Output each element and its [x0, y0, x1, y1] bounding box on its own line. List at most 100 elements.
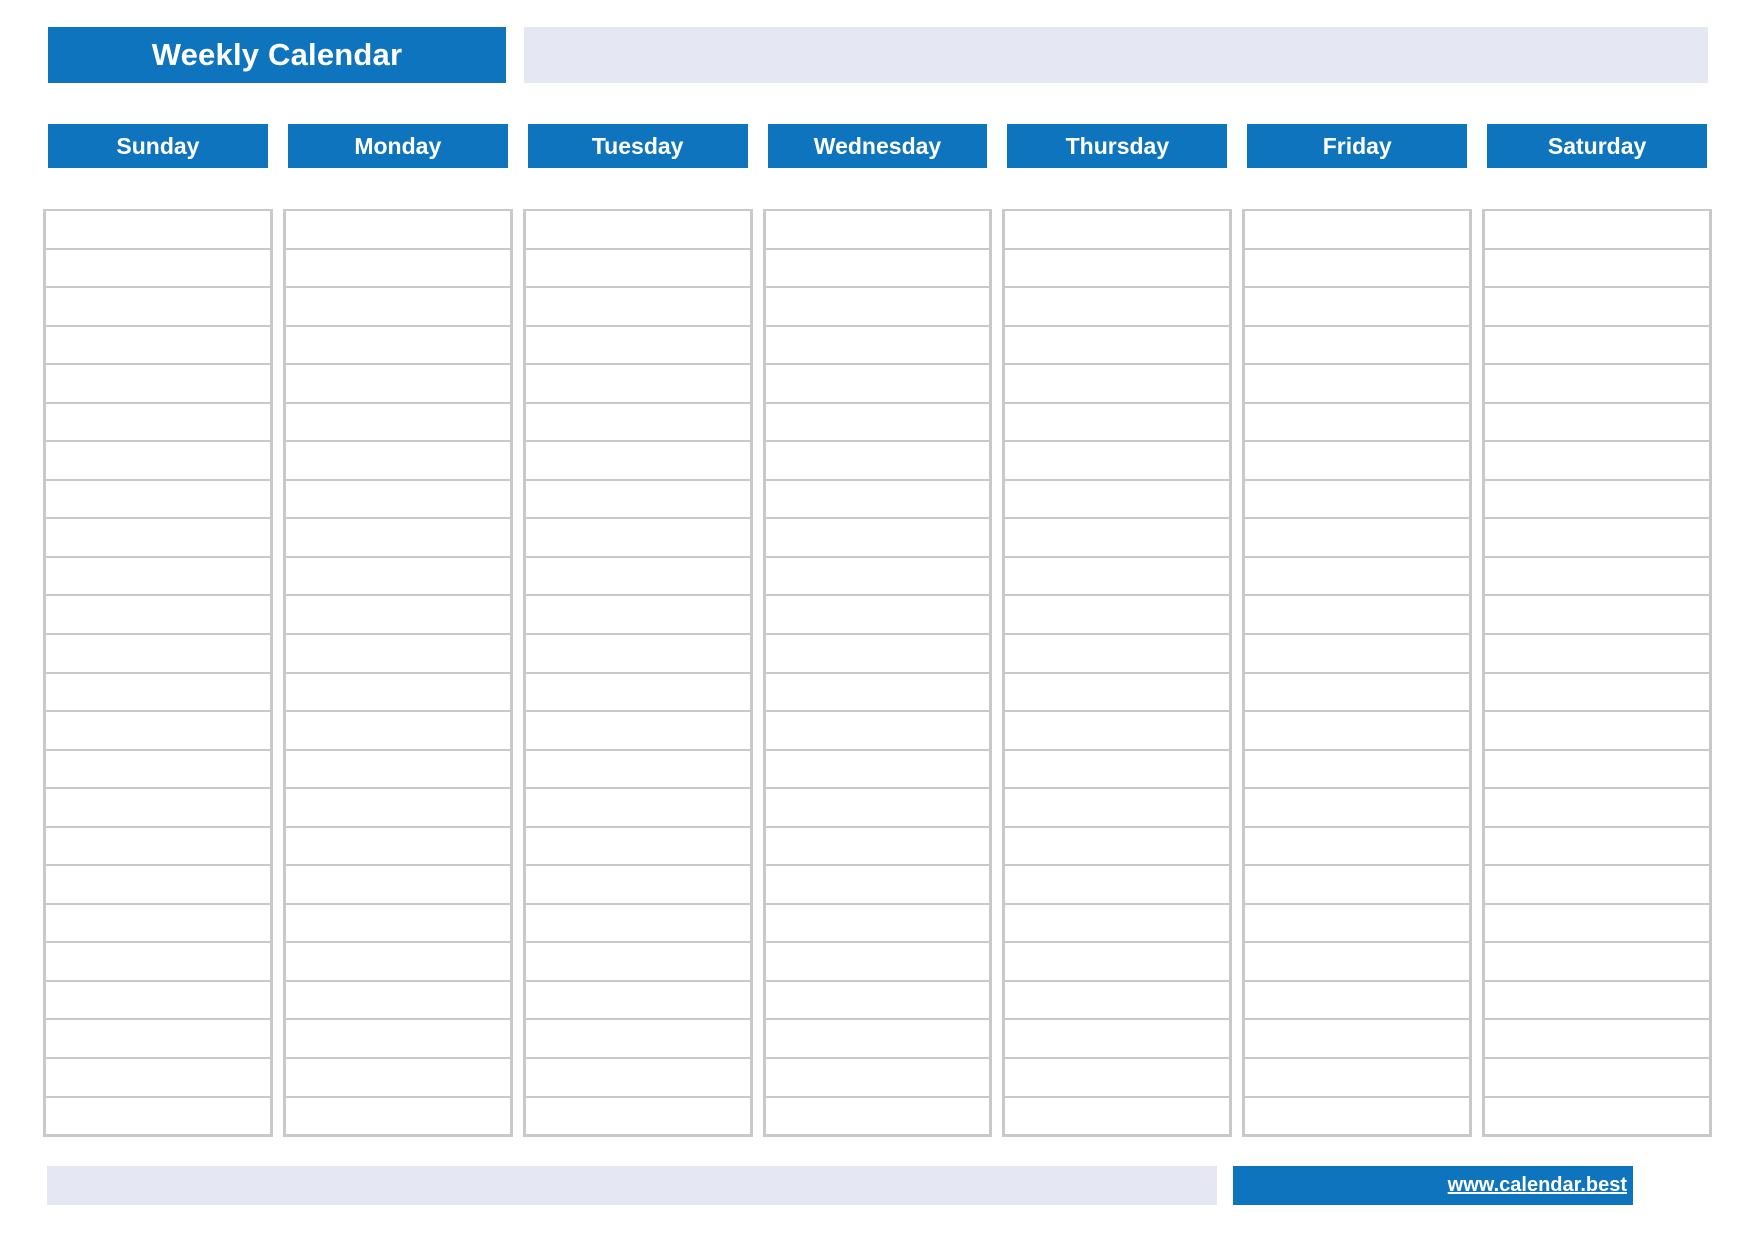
calendar-slot[interactable] [525, 751, 750, 790]
calendar-slot[interactable] [1485, 442, 1710, 481]
calendar-slot[interactable] [1485, 404, 1710, 443]
calendar-slot[interactable] [765, 982, 990, 1021]
calendar-slot[interactable] [1005, 211, 1230, 250]
calendar-slot[interactable] [1245, 943, 1470, 982]
calendar-slot[interactable] [765, 211, 990, 250]
calendar-slot[interactable] [1485, 635, 1710, 674]
calendar-slot[interactable] [285, 789, 510, 828]
calendar-slot[interactable] [1485, 905, 1710, 944]
calendar-slot[interactable] [286, 1098, 510, 1135]
calendar-slot[interactable] [765, 789, 990, 828]
calendar-slot[interactable] [46, 365, 270, 404]
calendar-slot[interactable] [46, 905, 270, 944]
calendar-slot[interactable] [285, 558, 510, 597]
calendar-slot[interactable] [1245, 905, 1470, 944]
calendar-slot[interactable] [1485, 712, 1710, 751]
calendar-slot[interactable] [525, 712, 750, 751]
calendar-slot[interactable] [285, 481, 510, 520]
calendar-slot[interactable] [525, 211, 750, 250]
calendar-slot[interactable] [525, 866, 750, 905]
calendar-slot[interactable] [765, 519, 990, 558]
calendar-slot[interactable] [1005, 866, 1230, 905]
calendar-slot[interactable] [1005, 481, 1230, 520]
calendar-slot[interactable] [1005, 635, 1230, 674]
calendar-slot[interactable] [285, 712, 510, 751]
calendar-slot[interactable] [1485, 558, 1710, 597]
calendar-slot[interactable] [1005, 1098, 1229, 1135]
calendar-slot[interactable] [285, 943, 510, 982]
calendar-slot[interactable] [1005, 250, 1230, 289]
calendar-slot[interactable] [46, 250, 270, 289]
calendar-slot[interactable] [46, 712, 270, 751]
calendar-slot[interactable] [46, 789, 270, 828]
calendar-slot[interactable] [46, 828, 270, 867]
calendar-slot[interactable] [765, 635, 990, 674]
calendar-slot[interactable] [285, 674, 510, 713]
calendar-slot[interactable] [1005, 365, 1230, 404]
calendar-slot[interactable] [1005, 789, 1230, 828]
calendar-slot[interactable] [1005, 905, 1230, 944]
day-header-sunday[interactable]: Sunday [48, 124, 268, 168]
calendar-slot[interactable] [1485, 250, 1710, 289]
calendar-slot[interactable] [1005, 288, 1230, 327]
calendar-slot[interactable] [525, 828, 750, 867]
calendar-slot[interactable] [765, 751, 990, 790]
calendar-slot[interactable] [1485, 481, 1710, 520]
calendar-slot[interactable] [525, 1059, 750, 1098]
calendar-slot[interactable] [765, 481, 990, 520]
calendar-slot[interactable] [1005, 442, 1230, 481]
calendar-slot[interactable] [285, 635, 510, 674]
calendar-slot[interactable] [765, 1059, 990, 1098]
calendar-slot[interactable] [1005, 404, 1230, 443]
calendar-slot[interactable] [765, 404, 990, 443]
calendar-slot[interactable] [1485, 674, 1710, 713]
calendar-slot[interactable] [525, 943, 750, 982]
calendar-slot[interactable] [1485, 1059, 1710, 1098]
calendar-slot[interactable] [46, 1059, 270, 1098]
calendar-slot[interactable] [765, 1020, 990, 1060]
calendar-slot[interactable] [1005, 558, 1230, 597]
calendar-slot[interactable] [285, 982, 510, 1021]
calendar-slot[interactable] [1485, 365, 1710, 404]
calendar-slot[interactable] [765, 866, 990, 905]
calendar-slot[interactable] [46, 519, 270, 558]
calendar-slot[interactable] [765, 674, 990, 713]
calendar-slot[interactable] [285, 365, 510, 404]
calendar-slot[interactable] [1245, 250, 1470, 289]
calendar-slot[interactable] [1245, 635, 1470, 674]
calendar-slot[interactable] [765, 905, 990, 944]
day-header-saturday[interactable]: Saturday [1487, 124, 1708, 168]
calendar-slot[interactable] [285, 751, 510, 790]
calendar-slot[interactable] [525, 327, 750, 366]
calendar-slot[interactable] [526, 1098, 750, 1135]
calendar-slot[interactable] [765, 712, 990, 751]
calendar-slot[interactable] [285, 211, 510, 250]
calendar-slot[interactable] [525, 789, 750, 828]
calendar-slot[interactable] [285, 596, 510, 636]
calendar-slot[interactable] [765, 327, 990, 366]
calendar-slot[interactable] [525, 635, 750, 674]
calendar-slot[interactable] [525, 288, 750, 327]
day-header-friday[interactable]: Friday [1247, 124, 1468, 168]
calendar-slot[interactable] [1485, 828, 1710, 867]
calendar-slot[interactable] [1485, 866, 1710, 905]
calendar-slot[interactable] [1005, 596, 1230, 636]
website-link[interactable]: www.calendar.best [1448, 1174, 1627, 1197]
calendar-slot[interactable] [525, 365, 750, 404]
calendar-slot[interactable] [1485, 596, 1710, 636]
calendar-slot[interactable] [765, 558, 990, 597]
calendar-slot[interactable] [765, 943, 990, 982]
calendar-slot[interactable] [285, 828, 510, 867]
calendar-slot[interactable] [1005, 751, 1230, 790]
calendar-slot[interactable] [1485, 751, 1710, 790]
calendar-slot[interactable] [285, 866, 510, 905]
calendar-slot[interactable] [46, 404, 270, 443]
calendar-slot[interactable] [285, 288, 510, 327]
calendar-slot[interactable] [1485, 789, 1710, 828]
calendar-slot[interactable] [1005, 1059, 1230, 1098]
calendar-slot[interactable] [1245, 327, 1470, 366]
calendar-slot[interactable] [1485, 1020, 1710, 1060]
calendar-slot[interactable] [1245, 1020, 1470, 1060]
calendar-slot[interactable] [1245, 211, 1470, 250]
calendar-slot[interactable] [765, 596, 990, 636]
